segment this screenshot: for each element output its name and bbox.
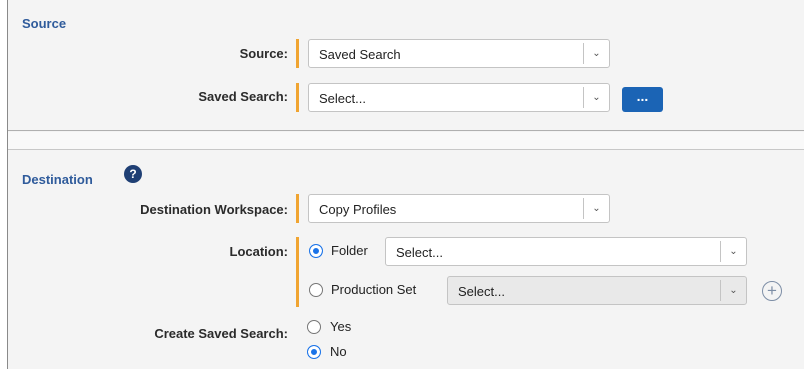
- folder-select-value: Select...: [396, 245, 443, 260]
- source-section: [8, 10, 804, 131]
- chevron-down-icon[interactable]: ⌄: [720, 280, 746, 301]
- production-set-radio[interactable]: [309, 283, 323, 297]
- add-production-set-button[interactable]: +: [762, 281, 782, 301]
- folder-radio[interactable]: [309, 244, 323, 258]
- source-select[interactable]: Saved Search ⌄: [308, 39, 610, 68]
- saved-search-select-value: Select...: [319, 91, 366, 106]
- chevron-down-icon[interactable]: ⌄: [583, 198, 609, 219]
- required-indicator: [296, 39, 299, 68]
- required-indicator: [296, 194, 299, 223]
- destination-section-title: Destination: [22, 172, 93, 187]
- saved-search-select[interactable]: Select... ⌄: [308, 83, 610, 112]
- source-select-value: Saved Search: [319, 47, 401, 62]
- location-label: Location:: [229, 244, 289, 259]
- saved-search-label: Saved Search:: [198, 89, 288, 104]
- destination-workspace-value: Copy Profiles: [319, 202, 397, 217]
- production-set-radio-label: Production Set: [331, 282, 417, 297]
- folder-radio-label: Folder: [331, 243, 368, 258]
- create-saved-search-yes-radio[interactable]: [307, 320, 321, 334]
- section-divider: [8, 132, 804, 150]
- source-label: Source:: [239, 46, 288, 61]
- source-section-title: Source: [22, 16, 67, 31]
- chevron-down-icon[interactable]: ⌄: [583, 87, 609, 108]
- no-radio-label: No: [330, 344, 347, 359]
- destination-workspace-label: Destination Workspace:: [140, 202, 288, 217]
- folder-select[interactable]: Select... ⌄: [385, 237, 747, 266]
- required-indicator: [296, 237, 299, 307]
- chevron-down-icon[interactable]: ⌄: [583, 43, 609, 64]
- browse-saved-search-button[interactable]: ...: [622, 87, 663, 112]
- help-icon[interactable]: ?: [124, 165, 142, 183]
- required-indicator: [296, 83, 299, 112]
- create-saved-search-label: Create Saved Search:: [154, 326, 288, 341]
- yes-radio-label: Yes: [330, 319, 352, 334]
- production-set-select-value: Select...: [458, 284, 505, 299]
- destination-workspace-select[interactable]: Copy Profiles ⌄: [308, 194, 610, 223]
- production-set-select[interactable]: Select... ⌄: [447, 276, 747, 305]
- create-saved-search-no-radio[interactable]: [307, 345, 321, 359]
- chevron-down-icon[interactable]: ⌄: [720, 241, 746, 262]
